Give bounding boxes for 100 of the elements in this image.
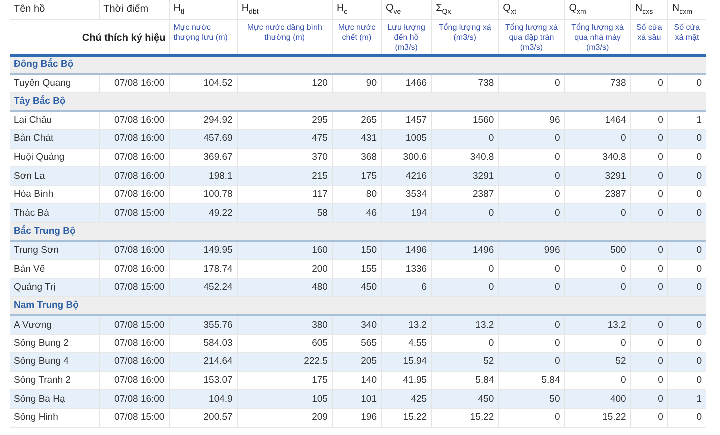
table-cell: 15.22 [432,408,499,428]
table-cell: 0 [630,278,668,297]
table-cell: 149.95 [169,241,238,260]
table-cell: 0 [564,278,631,297]
table-cell: 0 [668,74,706,92]
table-cell: 196 [332,408,382,428]
table-cell: Sông Hinh [10,408,100,428]
table-cell: 1 [668,390,706,408]
column-header: H$_{c}$ [332,0,382,19]
table-cell: 07/08 15:00 [99,315,170,334]
column-header: N$_{cxm}$ [668,0,706,19]
table-cell: 07/08 16:00 [99,260,170,278]
table-cell: 150 [332,241,382,260]
table-cell: 450 [332,278,382,297]
table-cell: 13.2 [564,315,631,334]
table-cell: 50 [498,390,565,408]
table-cell: 0 [668,315,706,334]
table-cell: 0 [668,241,706,260]
table-cell: 0 [432,278,499,297]
table-cell: 198.1 [169,166,238,186]
column-header: H$_{tl}$ [169,0,238,19]
table-cell: 52 [432,352,499,372]
table-cell: 1336 [382,260,432,278]
column-description: Số cửa xả sâu [630,19,668,56]
table-cell: 200 [237,260,332,278]
table-cell: 0 [498,204,565,223]
table-cell: 13.2 [432,315,499,334]
table-cell: 1496 [432,241,499,260]
table-cell: 0 [668,278,706,297]
table-cell: Thác Bà [10,204,100,223]
table-cell: 49.22 [169,204,238,223]
table-cell: 1466 [382,74,432,92]
table-cell: 0 [630,241,668,260]
table-cell: 0 [498,74,565,92]
table-cell: 425 [382,390,432,408]
table-cell: 6 [382,278,432,297]
table-cell: 1005 [382,130,432,148]
table-cell: 0 [498,130,565,148]
table-cell: 200.57 [169,408,238,428]
table-cell: Sông Ba Hạ [10,390,100,408]
column-header: Q$_{xm}$ [564,0,631,19]
table-cell: 738 [432,74,499,92]
table-cell: 340 [332,315,382,334]
table-cell: 07/08 16:00 [99,241,170,260]
table-cell: Sông Bung 4 [10,352,100,372]
table-cell: 209 [237,408,332,428]
table-cell: 475 [237,130,332,148]
column-description: Tổng lượng xả qua nhà máy (m3/s) [564,19,631,56]
table-cell: 58 [237,204,332,223]
table-cell: 13.2 [382,315,432,334]
table-cell: 15.22 [382,408,432,428]
column-description: Mực nước chết (m) [332,19,382,56]
region-heading: Tây Bắc Bộ [10,92,706,111]
table-cell: 457.69 [169,130,238,148]
table-cell: 0 [668,204,706,223]
column-header: Q$_{xt}$ [498,0,565,19]
table-cell: 4216 [382,166,432,186]
table-cell: 3291 [432,166,499,186]
table-cell: 0 [630,315,668,334]
table-cell: 214.64 [169,352,238,372]
table-cell: 1496 [382,241,432,260]
column-header: Thời điểm [99,0,170,19]
table-cell: 355.76 [169,315,238,334]
table-cell: 120 [237,74,332,92]
table-cell: 0 [564,260,631,278]
table-cell: Quảng Trị [10,278,100,297]
table-cell: 222.5 [237,352,332,372]
table-cell: 400 [564,390,631,408]
column-header: N$_{cxs}$ [630,0,668,19]
table-cell: 0 [498,260,565,278]
table-cell: 90 [332,74,382,92]
table-cell: 07/08 16:00 [99,390,170,408]
table-cell: 07/08 15:00 [99,278,170,297]
table-cell: 0 [432,260,499,278]
table-cell: 431 [332,130,382,148]
table-cell: 07/08 15:00 [99,204,170,223]
table-cell: 0 [630,74,668,92]
table-cell: 480 [237,278,332,297]
column-header: Tên hồ [10,0,100,19]
table-cell: 07/08 16:00 [99,74,170,92]
table-cell: 205 [332,352,382,372]
table-cell: 0 [630,204,668,223]
column-description: Mực nước dâng bình thường (m) [237,19,332,56]
table-cell: 0 [668,260,706,278]
region-heading: Bắc Trung Bộ [10,222,706,242]
table-cell: 15.94 [382,352,432,372]
table-cell: 738 [564,74,631,92]
table-cell: Sơn La [10,166,100,186]
table-cell: 0 [498,408,565,428]
table-cell: Trung Sơn [10,241,100,260]
column-description: Số cửa xả mặt [668,19,706,56]
table-cell: 0 [432,130,499,148]
column-header: Q$_{ve}$ [382,0,432,19]
table-cell: 996 [498,241,565,260]
table-cell: 194 [382,204,432,223]
table-cell: 155 [332,260,382,278]
table-cell: 0 [498,166,565,186]
table-cell: 452.24 [169,278,238,297]
column-description: Mực nước thượng lưu (m) [169,19,238,56]
table-cell: 215 [237,166,332,186]
